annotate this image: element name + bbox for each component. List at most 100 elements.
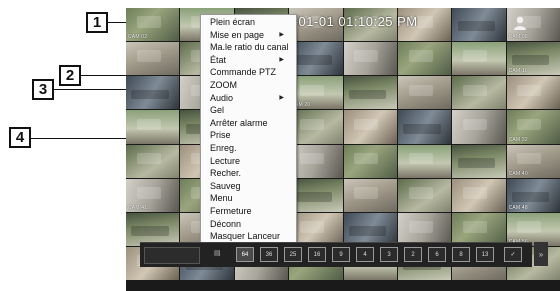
menu-item-label: Masquer Lanceur [210,231,281,242]
camera-tile[interactable] [452,212,506,246]
layout-button[interactable]: 4 [356,247,374,262]
menu-item[interactable]: État ▶ [210,55,290,65]
menu-item[interactable]: Fermeture [210,206,290,216]
menu-item[interactable]: ZOOM [210,80,290,90]
menu-item-label: Fermeture [210,206,252,216]
menu-item-label: Gel [210,105,225,116]
menu-item-label: Mise en page [210,29,265,40]
camera-tile[interactable] [343,42,397,76]
camera-tile[interactable] [343,144,397,178]
camera-tile[interactable] [126,144,180,178]
layout-button[interactable]: 25 [284,247,302,262]
checkmark-icon[interactable]: ✓ [504,247,522,262]
camera-tile[interactable] [397,42,452,76]
menu-item-label: Ma.le ratio du canal [210,42,289,53]
camera-tile[interactable] [452,110,506,144]
camera-tile[interactable] [126,212,180,246]
menu-item-label: Lecture [210,155,241,166]
camera-tile[interactable]: CAM 41 [126,178,180,212]
callout-3: 3 [32,79,54,100]
layout-button[interactable]: 3 [380,247,398,262]
menu-item[interactable]: Masquer Lanceur [210,231,290,241]
timestamp: 6-01-01 01:10:25 PM [286,14,418,29]
camera-tile[interactable]: CAM 02 [126,8,180,42]
menu-item-label: Sauveg [210,180,241,191]
menu-item-label: Déconn [210,218,242,229]
camera-tile[interactable] [343,212,397,246]
layout-button[interactable]: 8 [452,247,470,262]
camera-tile[interactable]: CAM 32 [506,110,560,144]
menu-item[interactable]: Ma.le ratio du canal [210,42,290,52]
layout-button[interactable]: 13 [476,247,494,262]
camera-label: CAM 08 [508,34,528,41]
toolbar-icon[interactable]: ▤ [214,249,226,260]
collapse-launcher-button[interactable]: » [534,242,548,266]
menu-item[interactable]: Enreg. [210,143,290,153]
menu-item-label: Prise [210,130,231,141]
menu-item-label: Recher. [210,168,242,179]
camera-tile[interactable]: CAM 20 [289,76,343,110]
menu-item[interactable]: Sauveg [210,181,290,191]
camera-tile[interactable] [343,178,397,212]
camera-tile[interactable] [126,110,180,144]
camera-tile[interactable] [397,144,452,178]
menu-item[interactable]: Arrêter alarme [210,118,290,128]
submenu-arrow-icon: ▶ [279,31,284,38]
menu-item[interactable]: Audio ▶ [210,93,290,103]
menu-item[interactable]: Mise en page ▶ [210,30,290,40]
menu-item[interactable]: Recher. [210,168,290,178]
layout-button[interactable]: 16 [308,247,326,262]
submenu-arrow-icon: ▶ [279,94,284,101]
camera-tile[interactable] [126,76,180,110]
layout-button[interactable]: 64 [236,247,254,262]
camera-tile[interactable] [343,110,397,144]
menu-item[interactable]: Plein écran [210,17,290,27]
camera-tile[interactable] [452,42,506,76]
menu-item-label: Menu [210,193,233,204]
camera-label: CAM 48 [508,204,528,211]
camera-label: CAM 02 [128,34,148,41]
menu-item-label: Plein écran [210,17,256,27]
camera-tile[interactable] [289,212,343,246]
camera-tile[interactable] [452,76,506,110]
camera-tile[interactable] [397,76,452,110]
camera-tile[interactable] [343,76,397,110]
layout-button[interactable]: 36 [260,247,278,262]
menu-item[interactable]: Commande PTZ [210,67,290,77]
menu-item[interactable]: Gel [210,105,290,115]
camera-label: CAM 40 [508,170,528,177]
camera-grid: CAM 02 CAM 08 CAM 16 CAM 20 CAM 32 CAM 40 CAM … [126,8,560,280]
camera-label: CAM 16 [508,68,528,75]
menu-item[interactable]: Prise [210,130,290,140]
camera-tile[interactable] [289,178,343,212]
camera-tile[interactable] [289,42,343,76]
camera-tile[interactable] [397,178,452,212]
camera-tile[interactable] [397,212,452,246]
camera-tile[interactable]: CAM 56 [506,212,560,246]
layout-button[interactable]: 2 [404,247,422,262]
camera-tile[interactable]: CAM 40 [506,144,560,178]
menu-item-label: Arrêter alarme [210,117,268,128]
menu-item[interactable]: Lecture [210,156,290,166]
camera-tile[interactable] [452,144,506,178]
layout-toolbar: ▤ 64 36 25 16 9 4 3 2 6 8 13 ✓ [140,242,532,267]
camera-tile[interactable] [126,42,180,76]
menu-item[interactable]: Déconn [210,219,290,229]
camera-tile[interactable] [452,8,506,42]
menu-item[interactable]: Menu [210,193,290,203]
menu-item-label: Audio [210,92,234,103]
context-menu: Plein écran Mise en page ▶ Ma.le ratio du c… [200,14,297,246]
user-icon[interactable] [512,15,528,31]
camera-tile[interactable] [397,110,452,144]
camera-tile[interactable]: CAM 48 [506,178,560,212]
camera-tile[interactable] [506,76,560,110]
camera-tile[interactable] [452,178,506,212]
callout-1: 1 [86,12,108,33]
camera-tile[interactable]: CAM 16 [506,42,560,76]
menu-item-label: ZOOM [210,80,237,90]
layout-button[interactable]: 9 [332,247,350,262]
camera-tile[interactable] [289,144,343,178]
camera-tile[interactable] [289,110,343,144]
layout-button[interactable]: 6 [428,247,446,262]
submenu-arrow-icon: ▶ [279,56,284,63]
